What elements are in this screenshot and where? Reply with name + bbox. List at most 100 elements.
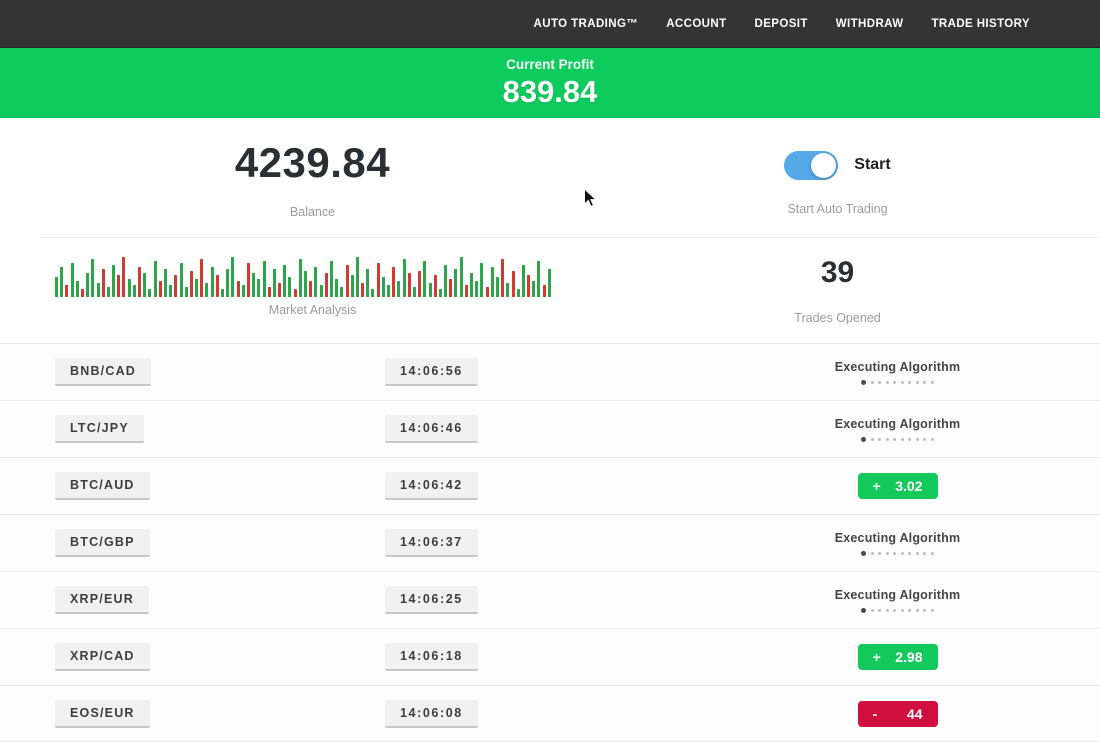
market-bar: [133, 285, 136, 297]
nav-item-auto-trading[interactable]: AUTO TRADING™: [534, 18, 639, 30]
market-bar: [185, 287, 188, 297]
badge-sign: +: [873, 649, 881, 665]
market-bar: [548, 269, 551, 297]
market-bar: [320, 285, 323, 297]
market-bar: [81, 289, 84, 297]
market-bar: [273, 269, 276, 297]
pair-cell: EOS/EUR: [55, 700, 385, 728]
progress-dot: [861, 608, 866, 613]
trades-opened-block: 39 Trades Opened: [625, 253, 1050, 343]
market-bar: [408, 273, 411, 297]
progress-dot: [908, 438, 911, 441]
progress-dot: [916, 381, 919, 384]
trade-row: LTC/JPY 14:06:46 Executing Algorithm: [0, 400, 1100, 457]
market-bar: [532, 281, 535, 297]
nav-item-trade-history[interactable]: TRADE HISTORY: [932, 18, 1031, 30]
nav-item-account[interactable]: ACCOUNT: [666, 18, 726, 30]
market-bar: [351, 275, 354, 297]
market-bar: [496, 277, 499, 297]
market-bar: [231, 257, 234, 297]
market-bar: [299, 259, 302, 297]
market-bar: [117, 275, 120, 297]
market-bar: [470, 273, 473, 297]
market-bar: [143, 273, 146, 297]
status-cell: Executing Algorithm: [725, 360, 1070, 385]
progress-dot: [931, 438, 934, 441]
progress-dot: [923, 552, 926, 555]
progress-dot: [878, 609, 881, 612]
progress-dot: [931, 381, 934, 384]
auto-trading-page: AUTO TRADING™ ACCOUNT DEPOSIT WITHDRAW T…: [0, 0, 1100, 742]
time-chip: 14:06:25: [385, 586, 478, 614]
market-bar: [434, 275, 437, 297]
progress-dot: [931, 552, 934, 555]
market-analysis-label: Market Analysis: [0, 303, 625, 317]
market-bar: [413, 287, 416, 297]
market-bar: [283, 265, 286, 297]
market-bar: [330, 261, 333, 297]
market-bar: [169, 285, 172, 297]
toggle-row: Start: [625, 149, 1050, 181]
current-profit-value: 839.84: [0, 74, 1100, 110]
market-bar: [65, 285, 68, 297]
market-bar: [148, 289, 151, 297]
stats-row: 4239.84 Balance Start Start Auto Trading: [0, 118, 1100, 237]
progress-dot: [871, 381, 874, 384]
time-cell: 14:06:25: [385, 586, 725, 614]
market-bar: [371, 289, 374, 297]
market-bar: [522, 265, 525, 297]
market-bar: [164, 269, 167, 297]
market-bar: [382, 277, 385, 297]
market-bar: [439, 289, 442, 297]
market-bar: [304, 271, 307, 297]
time-chip: 14:06:37: [385, 529, 478, 557]
pair-cell: BTC/GBP: [55, 529, 385, 557]
progress-dots: [725, 380, 1070, 385]
market-bar: [278, 283, 281, 297]
pair-chip: BTC/GBP: [55, 529, 150, 557]
market-bar: [506, 283, 509, 297]
pair-cell: BTC/AUD: [55, 472, 385, 500]
pair-cell: XRP/CAD: [55, 643, 385, 671]
time-cell: 14:06:37: [385, 529, 725, 557]
start-auto-trading-toggle[interactable]: [784, 151, 838, 180]
market-bar: [377, 263, 380, 297]
progress-dot: [878, 438, 881, 441]
trade-row: XRP/CAD 14:06:18 +2.98: [0, 628, 1100, 685]
market-analysis-chart: [55, 253, 560, 297]
progress-dot: [861, 551, 866, 556]
status-cell: -44: [725, 701, 1070, 727]
time-cell: 14:06:42: [385, 472, 725, 500]
progress-dot: [886, 438, 889, 441]
progress-dot: [916, 609, 919, 612]
market-bar: [268, 287, 271, 297]
market-bar: [211, 267, 214, 297]
progress-dot: [901, 381, 904, 384]
market-bar: [517, 289, 520, 297]
market-bar: [288, 277, 291, 297]
progress-dot: [871, 438, 874, 441]
progress-dots: [725, 608, 1070, 613]
progress-dot: [916, 552, 919, 555]
status-cell: +2.98: [725, 644, 1070, 670]
market-bar: [366, 269, 369, 297]
market-bar: [205, 283, 208, 297]
market-bar: [102, 269, 105, 297]
time-chip: 14:06:56: [385, 358, 478, 386]
market-bar: [97, 283, 100, 297]
nav-item-deposit[interactable]: DEPOSIT: [755, 18, 808, 30]
market-bar: [512, 271, 515, 297]
market-bar: [174, 275, 177, 297]
time-cell: 14:06:56: [385, 358, 725, 386]
market-bar: [486, 287, 489, 297]
progress-dot: [908, 381, 911, 384]
market-bar: [242, 285, 245, 297]
market-bar: [226, 269, 229, 297]
executing-status-label: Executing Algorithm: [725, 531, 1070, 545]
market-bar: [138, 267, 141, 297]
market-bar: [537, 261, 540, 297]
nav-item-withdraw[interactable]: WITHDRAW: [836, 18, 904, 30]
balance-block: 4239.84 Balance: [0, 139, 625, 237]
market-bar: [122, 257, 125, 297]
progress-dots: [725, 551, 1070, 556]
